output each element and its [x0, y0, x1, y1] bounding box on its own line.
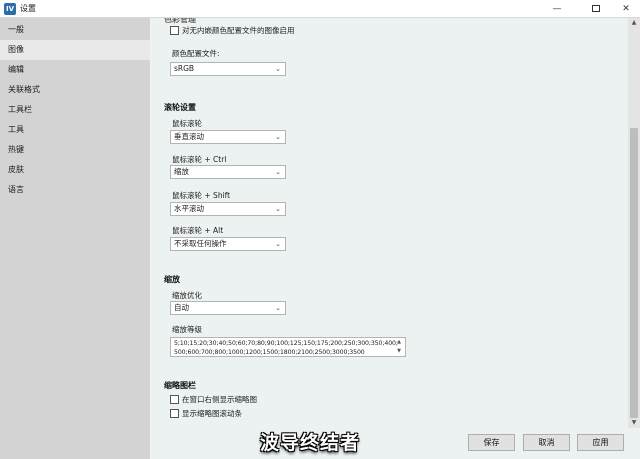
wheel-alt-select[interactable]: 不采取任何操作 ⌄: [170, 237, 286, 251]
watermark-text: 波导终结者: [260, 432, 361, 454]
sidebar-item-skins[interactable]: 皮肤: [0, 160, 150, 180]
sidebar-item-tools[interactable]: 工具: [0, 120, 150, 140]
checkbox-box[interactable]: [170, 408, 179, 418]
wheel-ctrl-label: 鼠标滚轮 + Ctrl: [172, 155, 227, 164]
chevron-down-icon: ⌄: [275, 168, 281, 176]
save-button[interactable]: 保存: [468, 434, 515, 451]
chevron-down-icon: ⌄: [275, 205, 281, 213]
show-thumbnail-scrollbar-checkbox[interactable]: 显示缩略图滚动条: [170, 408, 242, 419]
chevron-down-icon: ⌄: [275, 304, 281, 312]
settings-content: 色彩管理 对无内嵌颜色配置文件的图像启用 颜色配置文件: sRGB ⌄ 滚轮设置…: [150, 18, 628, 428]
cancel-button[interactable]: 取消: [523, 434, 570, 451]
scroll-down-arrow-icon[interactable]: ▼: [628, 418, 640, 428]
apply-button[interactable]: 应用: [577, 434, 624, 451]
sidebar-item-toolbar[interactable]: 工具栏: [0, 100, 150, 120]
checkbox-label: 在窗口右侧显示缩略图: [182, 395, 257, 404]
scrollbar-thumb[interactable]: [630, 128, 638, 418]
zoom-optimization-select[interactable]: 自动 ⌄: [170, 301, 286, 315]
sidebar-item-edit[interactable]: 编辑: [0, 60, 150, 80]
sidebar-item-general[interactable]: 一般: [0, 20, 150, 40]
vertical-scrollbar[interactable]: ▲ ▼: [628, 18, 640, 428]
select-value: sRGB: [174, 64, 195, 73]
checkbox-box[interactable]: [170, 25, 179, 35]
maximize-button[interactable]: [584, 0, 608, 18]
wheel-select[interactable]: 垂直滚动 ⌄: [170, 130, 286, 144]
scroll-down-icon[interactable]: ▼: [394, 347, 404, 356]
select-value: 不采取任何操作: [174, 239, 227, 248]
color-profile-label: 颜色配置文件:: [172, 49, 220, 58]
checkbox-box[interactable]: [170, 394, 179, 404]
select-value: 垂直滚动: [174, 132, 204, 141]
chevron-down-icon: ⌄: [275, 133, 281, 141]
scroll-up-arrow-icon[interactable]: ▲: [628, 18, 640, 28]
select-value: 自动: [174, 303, 189, 312]
wheel-ctrl-select[interactable]: 缩放 ⌄: [170, 165, 286, 179]
title-bar: IV 设置 — ✕: [0, 0, 640, 18]
checkbox-label: 显示缩略图滚动条: [182, 409, 242, 418]
sidebar-item-image[interactable]: 图像: [0, 40, 150, 60]
sidebar-item-hotkeys[interactable]: 热键: [0, 140, 150, 160]
select-value: 缩放: [174, 167, 189, 176]
close-button[interactable]: ✕: [614, 0, 638, 18]
sidebar-item-file-associations[interactable]: 关联格式: [0, 80, 150, 100]
dialog-button-bar: 波导终结者 保存 取消 应用: [150, 428, 640, 459]
wheel-label: 鼠标滚轮: [172, 119, 202, 128]
zoom-levels-textarea[interactable]: 5;10;15;20;30;40;50;60;70;80;90;100;125;…: [170, 337, 406, 357]
color-management-title-clipped: 色彩管理: [164, 18, 196, 24]
minimize-button[interactable]: —: [545, 0, 569, 18]
zoom-levels-label: 缩放等级: [172, 325, 202, 334]
select-value: 水平滚动: [174, 204, 204, 213]
chevron-down-icon: ⌄: [275, 240, 281, 248]
sidebar-item-language[interactable]: 语言: [0, 180, 150, 200]
thumbnail-bar-title: 缩略图栏: [164, 381, 196, 390]
zoom-optimization-label: 缩放优化: [172, 291, 202, 300]
wheel-shift-select[interactable]: 水平滚动 ⌄: [170, 202, 286, 216]
embedded-profile-checkbox[interactable]: 对无内嵌颜色配置文件的图像启用: [170, 25, 295, 36]
chevron-down-icon: ⌄: [275, 65, 281, 73]
color-profile-select[interactable]: sRGB ⌄: [170, 62, 286, 76]
zoom-levels-line2: 500;600;700;800;1000;1200;1500;1800;2100…: [174, 349, 365, 356]
show-thumbnails-right-checkbox[interactable]: 在窗口右侧显示缩略图: [170, 394, 257, 405]
scroll-up-icon[interactable]: ▲: [394, 338, 404, 347]
settings-sidebar: 一般 图像 编辑 关联格式 工具栏 工具 热键 皮肤 语言: [0, 18, 150, 459]
checkbox-label: 对无内嵌颜色配置文件的图像启用: [182, 26, 295, 35]
wheel-alt-label: 鼠标滚轮 + Alt: [172, 226, 224, 235]
maximize-icon: [592, 4, 600, 12]
window-title: 设置: [20, 4, 36, 13]
app-icon: IV: [4, 3, 16, 15]
wheel-shift-label: 鼠标滚轮 + Shift: [172, 191, 231, 200]
zoom-levels-line1: 5;10;15;20;30;40;50;60;70;80;90;100;125;…: [174, 340, 398, 347]
wheel-settings-title: 滚轮设置: [164, 103, 196, 112]
zoom-title: 缩放: [164, 275, 180, 284]
